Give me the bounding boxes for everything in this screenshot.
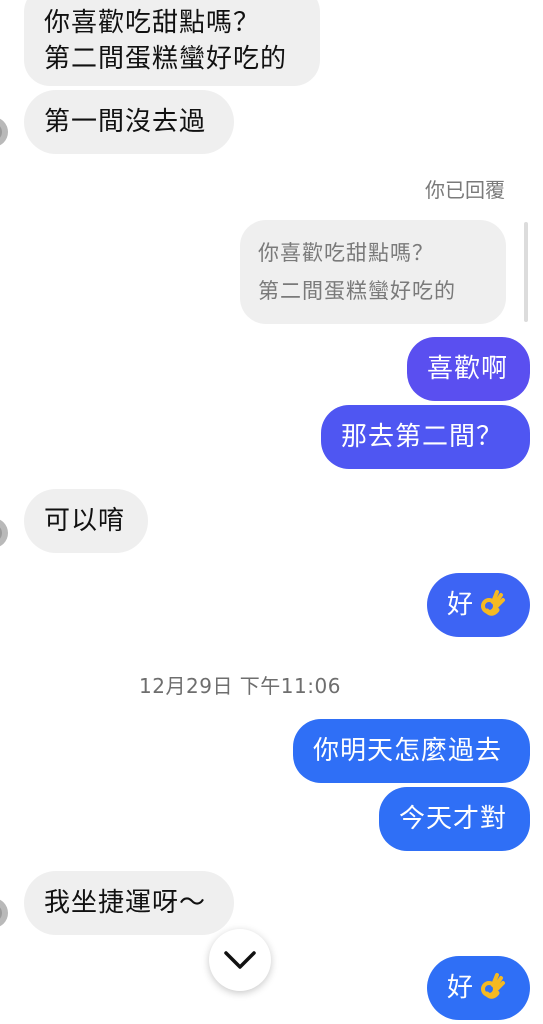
outgoing-message-bubble[interactable]: 今天才對 — [379, 787, 530, 851]
message-text: 你明天怎麼過去 — [313, 736, 503, 766]
message-text: 好 — [447, 973, 475, 1003]
chevron-down-icon — [224, 951, 256, 969]
outgoing-message-bubble[interactable]: 好 — [427, 956, 530, 1020]
replied-label: 你已回覆 — [425, 178, 505, 202]
scroll-to-bottom-button[interactable] — [209, 929, 271, 991]
incoming-message-bubble[interactable]: 第一間沒去過 — [24, 90, 234, 154]
message-text-line: 第二間蛋糕蠻好吃的 — [44, 44, 288, 74]
incoming-message-bubble[interactable]: 可以唷 — [24, 489, 148, 553]
contact-avatar[interactable] — [0, 898, 8, 928]
message-text: 我坐捷運呀～ — [44, 888, 207, 918]
ok-hand-emoji — [481, 973, 506, 999]
message-content: 好 — [447, 587, 510, 623]
contact-avatar[interactable] — [0, 117, 8, 147]
reply-indicator-bar — [524, 222, 528, 322]
message-text: 今天才對 — [399, 804, 508, 834]
outgoing-message-bubble[interactable]: 你明天怎麼過去 — [293, 719, 530, 783]
message-text: 可以唷 — [44, 506, 126, 536]
quoted-message[interactable]: 你喜歡吃甜點嗎？ 第二間蛋糕蠻好吃的 — [240, 220, 506, 324]
message-text: 那去第二間？ — [341, 422, 504, 452]
message-text: 喜歡啊 — [427, 354, 509, 384]
outgoing-message-bubble[interactable]: 好 — [427, 573, 530, 637]
message-content: 好 — [447, 970, 510, 1006]
incoming-message-bubble[interactable]: 我坐捷運呀～ — [24, 871, 234, 935]
message-text-line: 你喜歡吃甜點嗎？ — [44, 8, 261, 38]
incoming-message-bubble[interactable]: 你喜歡吃甜點嗎？ 第二間蛋糕蠻好吃的 — [24, 0, 320, 86]
quoted-text-line: 你喜歡吃甜點嗎？ — [258, 241, 434, 265]
conversation-timestamp: 12月29日 下午11:06 — [139, 674, 341, 698]
outgoing-message-bubble[interactable]: 那去第二間？ — [321, 405, 530, 469]
message-text: 好 — [447, 590, 475, 620]
quoted-text-line: 第二間蛋糕蠻好吃的 — [258, 279, 456, 303]
outgoing-message-bubble[interactable]: 喜歡啊 — [407, 337, 530, 401]
message-text: 第一間沒去過 — [44, 107, 207, 137]
contact-avatar[interactable] — [0, 518, 8, 548]
ok-hand-emoji — [481, 590, 506, 616]
